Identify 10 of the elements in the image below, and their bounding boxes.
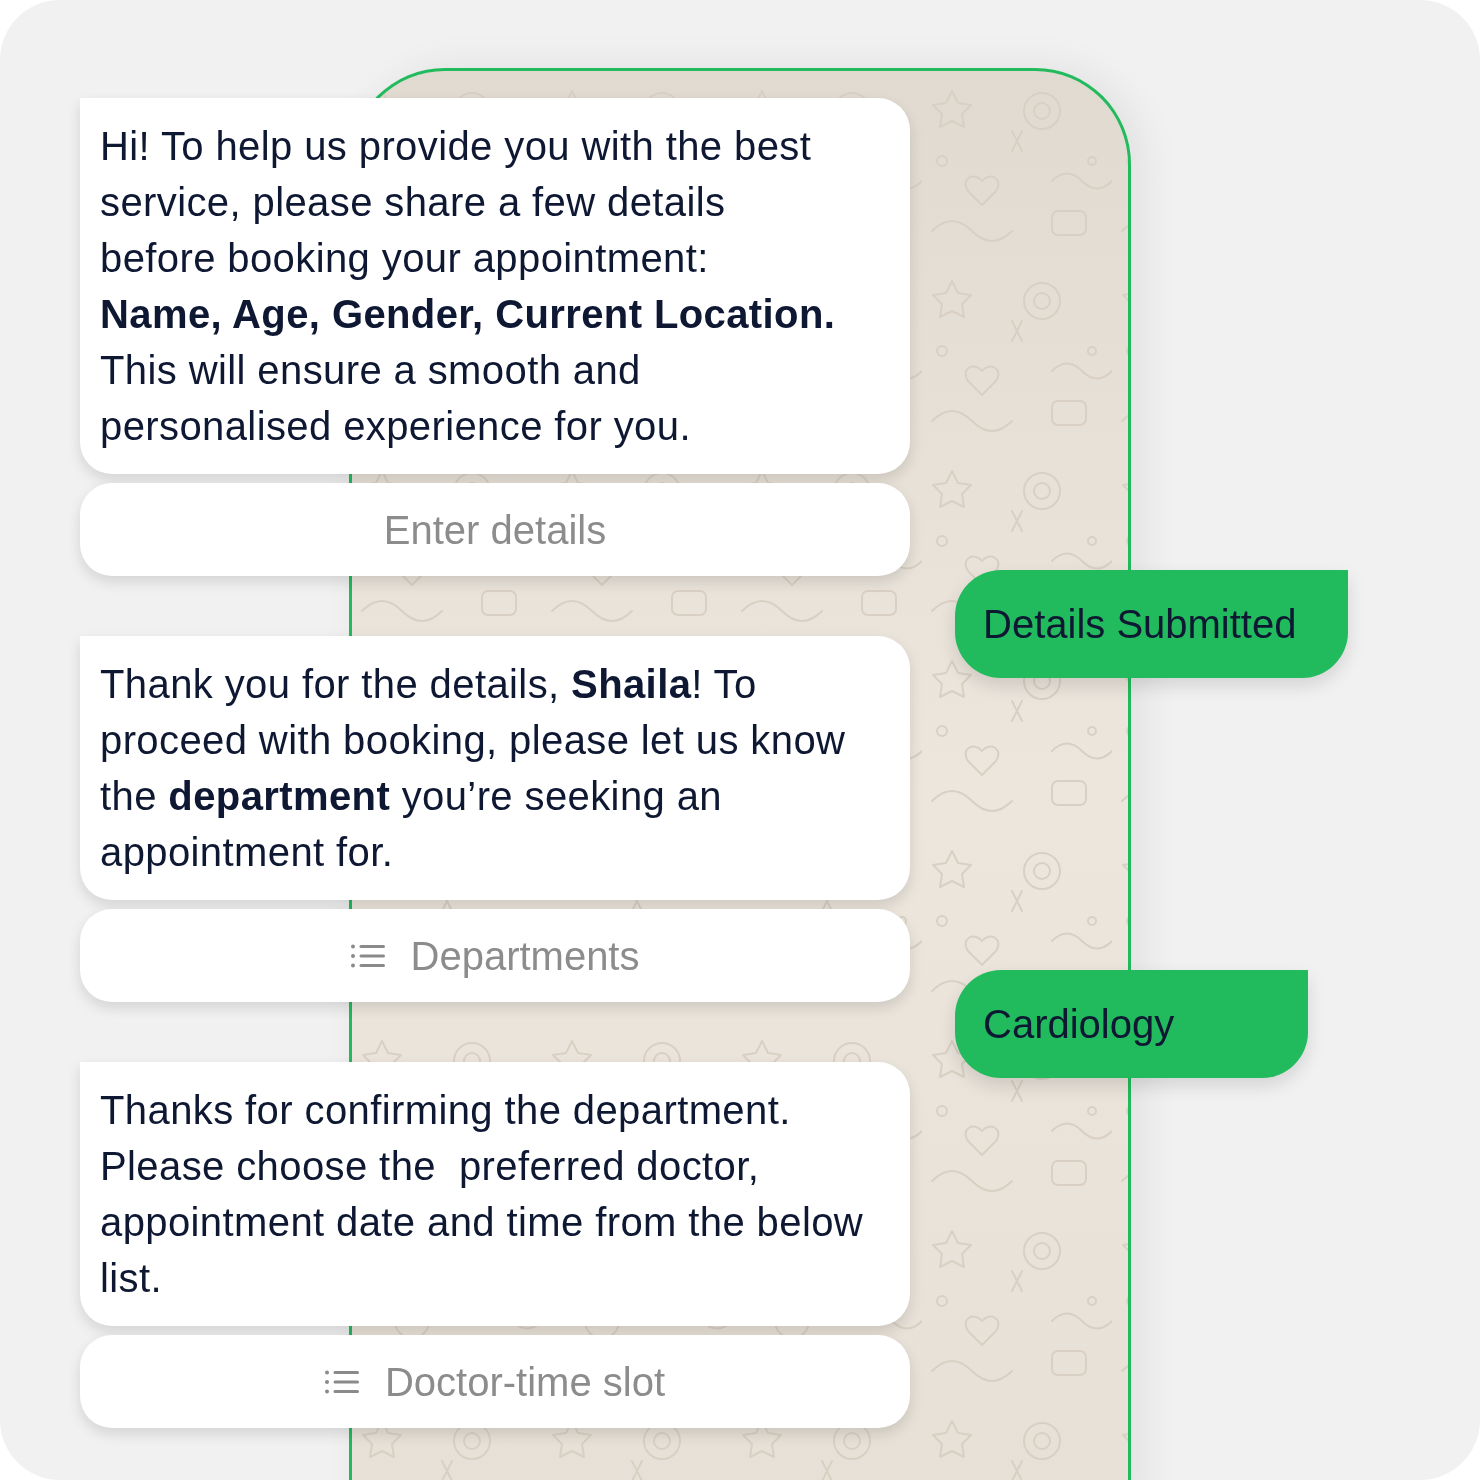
list-icon bbox=[350, 943, 385, 968]
received-message: Thanks for confirming the department. Please choose the preferred doctor, appointment date and time from the below list. bbox=[80, 1062, 910, 1326]
received-message: Hi! To help us provide you with the best service, please share a few details before booking your appointment: Name, Age, Gender, Current Location. This will ensure a smooth and personalised experience for you. bbox=[80, 98, 910, 474]
list-menu-button[interactable]: Departments bbox=[80, 909, 910, 1002]
received-message: Thank you for the details, Shaila! To proceed with booking, please let us know the department you’re seeking an appointment for. bbox=[80, 636, 910, 900]
list-menu-button[interactable]: Doctor-time slot bbox=[80, 1335, 910, 1428]
sent-message: Cardiology bbox=[955, 970, 1308, 1078]
list-icon bbox=[324, 1369, 359, 1394]
reply-button[interactable]: Enter details bbox=[80, 483, 910, 576]
sent-message: Details Submitted bbox=[955, 570, 1349, 678]
